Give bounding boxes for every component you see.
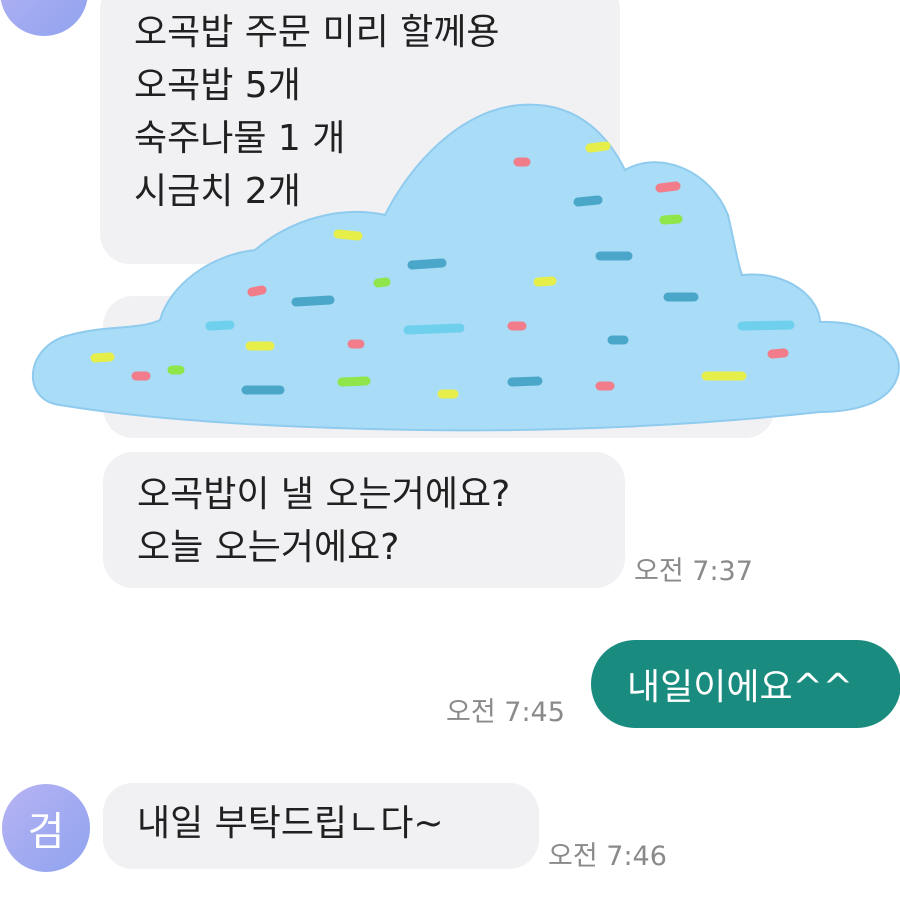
avatar-initial: 검 [27, 809, 65, 855]
message-text-line: 내일이에요^^ [627, 667, 853, 708]
message-timestamp: 오전 7:46 [548, 841, 667, 872]
sender-avatar[interactable]: 검 [2, 784, 90, 872]
message-timestamp: 오전 7:45 [446, 697, 565, 728]
message-text-line: 오곡밥이 낼 오는거에요? [137, 474, 511, 515]
message-timestamp: 오전 7:37 [634, 556, 753, 587]
incoming-message-bubble[interactable]: 오곡밥이 낼 오는거에요? 오늘 오는거에요? [103, 452, 625, 588]
message-text-line: 내일 부탁드립ㄴ다~ [137, 803, 444, 844]
message-text-line: 오늘 오는거에요? [137, 527, 400, 568]
incoming-message-bubble[interactable]: 내일 부탁드립ㄴ다~ [103, 783, 539, 869]
outgoing-message-bubble[interactable]: 내일이에요^^ [591, 640, 900, 728]
cloud-sticker-icon [32, 103, 900, 432]
